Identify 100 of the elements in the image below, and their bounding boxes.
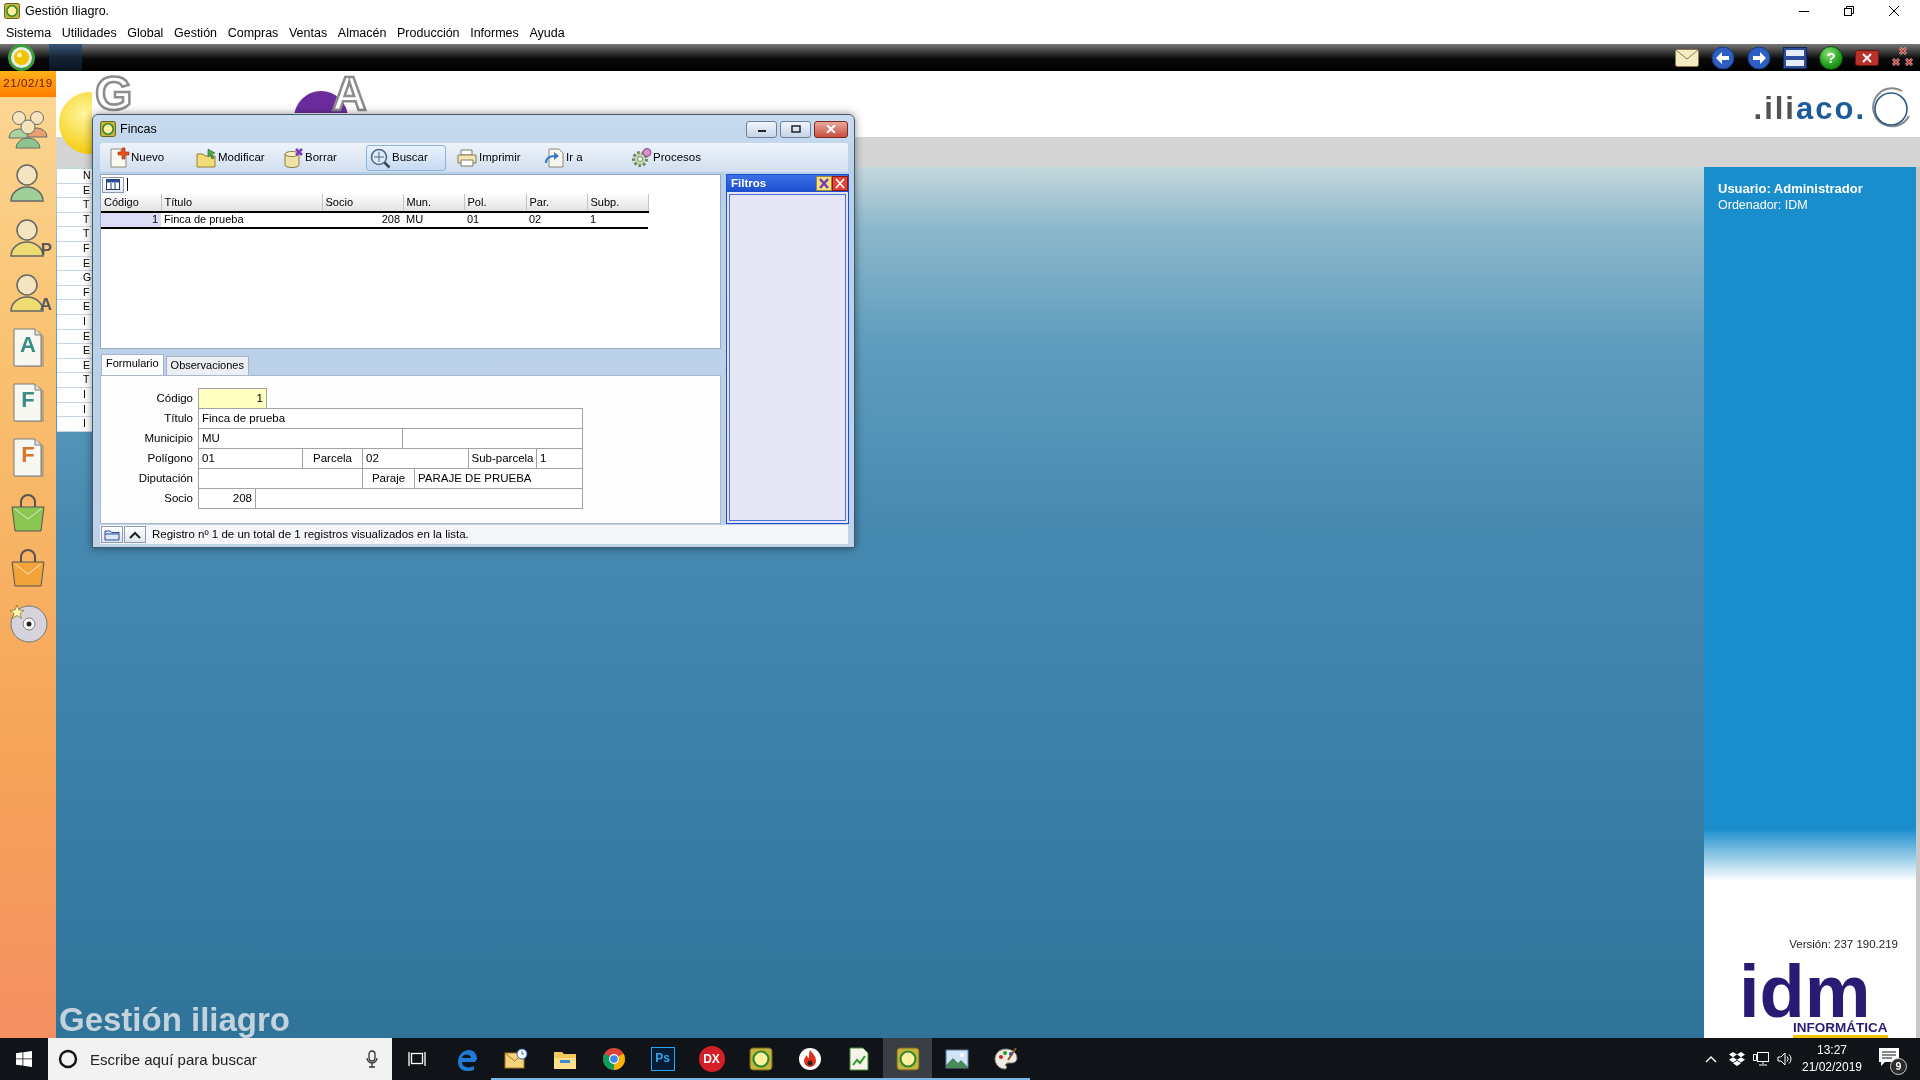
text-field[interactable] — [255, 488, 583, 509]
table-cell: Finca de prueba — [161, 212, 322, 228]
envelope-icon — [503, 1047, 528, 1071]
caret-up-icon — [129, 530, 141, 539]
maximize-icon — [790, 125, 801, 133]
frames-icon — [408, 1051, 426, 1067]
folder-icon — [195, 146, 217, 169]
computer-name: Ordenador: IDM — [1718, 197, 1809, 213]
status-button[interactable] — [124, 526, 146, 543]
message-icon[interactable] — [1878, 1046, 1900, 1068]
sidebar-button[interactable]: F — [0, 375, 56, 430]
toolbar-button[interactable]: Nuevo — [105, 144, 185, 171]
close-icon[interactable] — [1855, 49, 1879, 66]
menu-item[interactable]: Global — [122, 25, 169, 41]
toolbar-button[interactable]: Procesos — [627, 144, 707, 171]
app-icon — [4, 3, 20, 19]
maximize-button[interactable] — [780, 120, 811, 138]
box-logo-icon[interactable] — [1729, 1052, 1745, 1066]
sidebar-button[interactable]: A — [0, 265, 56, 320]
close-icon — [1888, 6, 1899, 16]
list-item: T — [57, 373, 92, 388]
list-item: N — [57, 169, 92, 184]
table-cell: 208 — [322, 212, 403, 228]
close-button[interactable] — [814, 120, 848, 138]
list-item: I — [57, 417, 92, 432]
date-label: 21/02/19 — [0, 71, 56, 97]
page-arrow-icon — [543, 146, 565, 169]
text-field[interactable]: 02 — [362, 448, 469, 469]
column-header[interactable]: Subp. — [587, 194, 648, 212]
toolbar-segment — [49, 44, 82, 71]
status-text: Registro nº 1 de un total de 1 registros visualizados en la lista. — [152, 527, 469, 542]
menu-item[interactable]: Informes — [465, 25, 524, 41]
sidebar-button[interactable]: A — [0, 320, 56, 375]
sheet-icon — [846, 1047, 871, 1071]
table-cell: 1 — [101, 212, 161, 228]
panel-title: Filtros — [730, 176, 767, 191]
column-header[interactable]: Código — [101, 194, 161, 212]
sidebar-button[interactable]: P — [0, 210, 56, 265]
tiles-icon — [16, 1051, 32, 1067]
menu-item[interactable]: Gestión — [168, 25, 223, 41]
field-label: Título — [163, 411, 194, 426]
toolbar-button[interactable]: Imprimir — [453, 144, 533, 171]
list-item: E — [57, 344, 92, 359]
taskbar-button[interactable] — [883, 1038, 932, 1080]
column-header[interactable]: Socio — [322, 194, 403, 212]
minimize-button[interactable] — [746, 120, 777, 138]
text-field[interactable]: PARAJE DE PRUEBA — [414, 468, 583, 489]
text-field[interactable] — [198, 468, 363, 489]
bars-icon[interactable] — [1783, 46, 1807, 69]
menu-item[interactable]: Compras — [222, 25, 284, 41]
column-header[interactable]: Mun. — [403, 194, 464, 212]
speaker-icon[interactable] — [1777, 1052, 1793, 1066]
tab[interactable]: Formulario — [101, 354, 164, 375]
app-logo-icon — [748, 1047, 773, 1071]
menu-item[interactable]: Almacén — [332, 25, 392, 41]
menu-item[interactable]: Ayuda — [524, 25, 570, 41]
cross-icon[interactable] — [816, 176, 832, 191]
taskbar-button[interactable]: Ps — [638, 1038, 687, 1080]
table-cell: MU — [403, 212, 464, 228]
toolbar-button[interactable]: Ir a — [540, 144, 620, 171]
desktop-caption: Gestión iliagro — [58, 1002, 292, 1038]
menu-item[interactable]: Producción — [392, 25, 465, 41]
gear-icon — [630, 146, 652, 169]
close-icon[interactable] — [832, 176, 848, 191]
mic-icon[interactable] — [366, 1050, 378, 1068]
taskbar-button[interactable]: DX — [687, 1038, 736, 1080]
text-field[interactable]: Finca de prueba — [198, 408, 583, 429]
menu-item[interactable]: Sistema — [1, 25, 57, 41]
list-item: T — [57, 198, 92, 213]
column-header[interactable]: Pol. — [464, 194, 526, 212]
toolbar-button[interactable]: Buscar — [366, 144, 446, 171]
text-field[interactable]: 208 — [198, 488, 256, 509]
chevron-up-icon[interactable] — [1705, 1055, 1717, 1063]
menu-item[interactable]: Utilidades — [56, 25, 122, 41]
text-field[interactable]: 01 — [198, 448, 303, 469]
banner-letter: A — [332, 76, 367, 112]
list-item: G — [57, 271, 92, 286]
list-item: E — [57, 300, 92, 315]
search-field[interactable]: Escribe aquí para buscar — [48, 1038, 392, 1080]
envelope-icon[interactable] — [1675, 48, 1699, 67]
column-header[interactable]: Par. — [526, 194, 587, 212]
logo-text: idm — [1739, 964, 1871, 1020]
field-label: Socio — [163, 491, 194, 506]
table-cell: 1 — [587, 212, 648, 228]
column-header[interactable]: Título — [161, 194, 322, 212]
ring-icon — [58, 1049, 78, 1069]
menu-item[interactable]: Ventas — [283, 25, 333, 41]
orb-icon[interactable] — [8, 44, 35, 71]
text-field[interactable]: 1 — [198, 388, 267, 409]
status-button[interactable] — [101, 526, 123, 543]
field-label: Municipio — [143, 431, 194, 446]
tab[interactable]: Observaciones — [165, 356, 249, 375]
table-icon — [106, 179, 120, 190]
view-button[interactable] — [102, 176, 124, 193]
close-icon — [826, 125, 836, 133]
toolbar-button[interactable]: Modificar — [192, 144, 272, 171]
text-field[interactable]: 1 — [536, 448, 583, 469]
monitor-icon[interactable] — [1753, 1052, 1769, 1066]
toolbar-button[interactable]: Borrar — [279, 144, 359, 171]
bin-icon — [282, 146, 304, 169]
